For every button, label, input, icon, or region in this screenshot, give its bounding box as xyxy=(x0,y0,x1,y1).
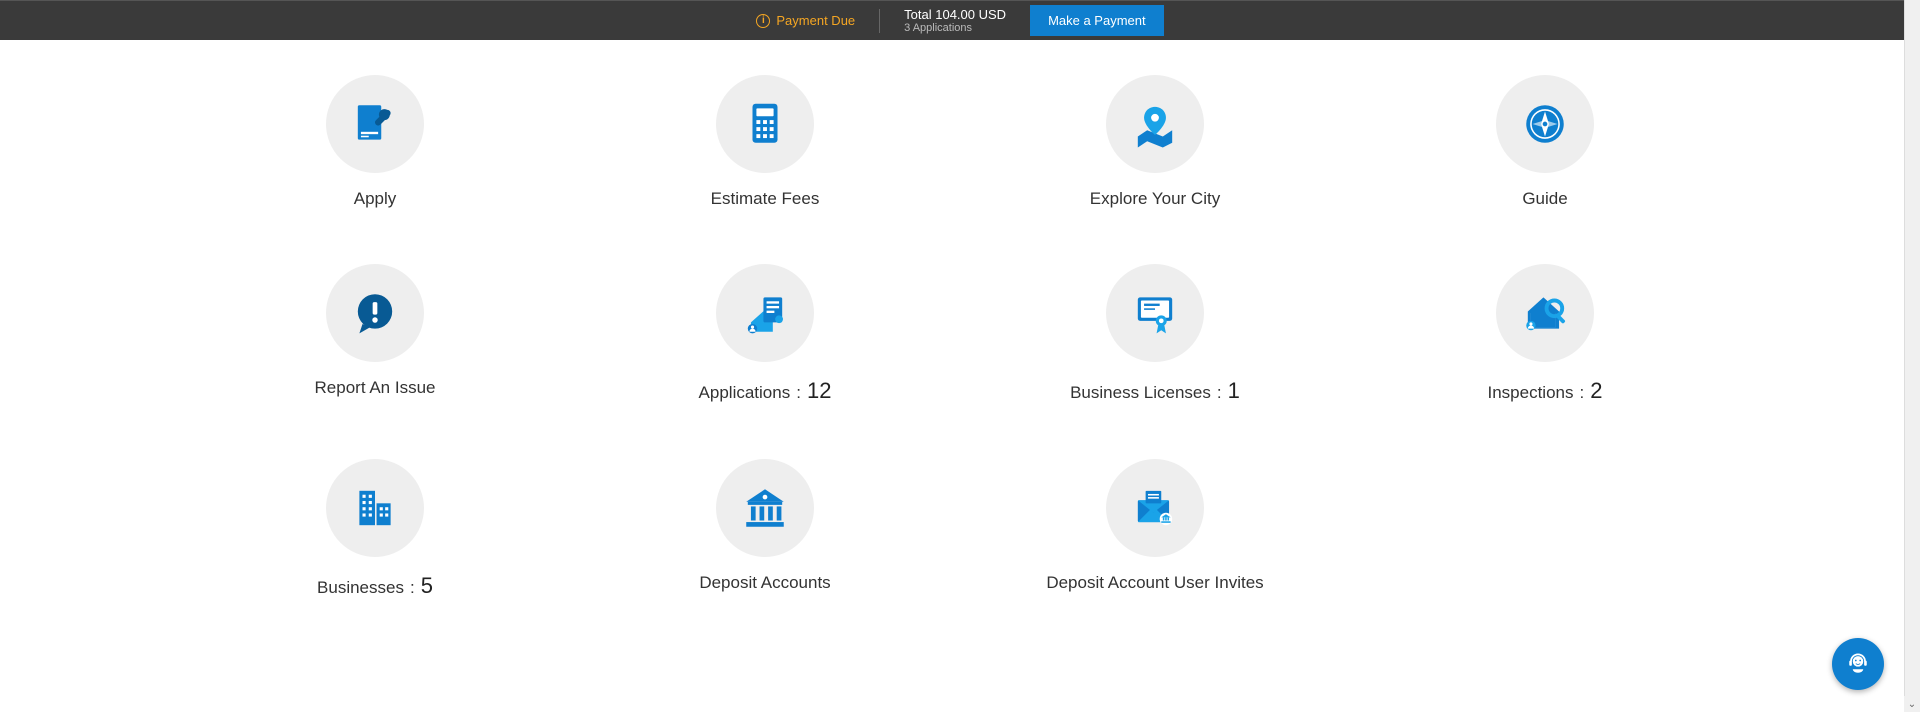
headset-icon xyxy=(1844,650,1872,678)
tile-business-licenses-label: Business Licenses xyxy=(1070,383,1211,403)
applications-icon xyxy=(716,264,814,362)
tile-applications-label: Applications xyxy=(699,383,791,403)
payment-due-label: Payment Due xyxy=(776,13,855,28)
tile-apply-label: Apply xyxy=(354,189,397,209)
payment-banner: i Payment Due Total 104.00 USD 3 Applica… xyxy=(0,0,1920,40)
certificate-icon xyxy=(1106,264,1204,362)
tile-deposit-invites[interactable]: Deposit Account User Invites xyxy=(960,459,1350,599)
map-pin-icon xyxy=(1106,75,1204,173)
banner-divider xyxy=(879,9,880,33)
info-icon: i xyxy=(756,14,770,28)
tile-businesses-count: 5 xyxy=(421,573,433,599)
tile-estimate-fees-label: Estimate Fees xyxy=(711,189,820,209)
tile-report-issue[interactable]: Report An Issue xyxy=(180,264,570,404)
house-search-icon xyxy=(1496,264,1594,362)
tile-inspections-label: Inspections xyxy=(1488,383,1574,403)
compass-icon xyxy=(1496,75,1594,173)
tile-applications-count: 12 xyxy=(807,378,831,404)
tile-deposit-accounts-label: Deposit Accounts xyxy=(699,573,830,593)
tile-guide[interactable]: Guide xyxy=(1350,75,1740,209)
tile-business-licenses-count: 1 xyxy=(1228,378,1240,404)
alert-bubble-icon xyxy=(326,264,424,362)
scrollbar[interactable] xyxy=(1904,0,1920,712)
tile-businesses[interactable]: Businesses: 5 xyxy=(180,459,570,599)
envelope-bank-icon xyxy=(1106,459,1204,557)
empty-slot xyxy=(1350,459,1740,599)
tile-guide-label: Guide xyxy=(1522,189,1567,209)
tile-business-licenses[interactable]: Business Licenses: 1 xyxy=(960,264,1350,404)
tile-deposit-accounts[interactable]: Deposit Accounts xyxy=(570,459,960,599)
tile-explore-city[interactable]: Explore Your City xyxy=(960,75,1350,209)
tile-inspections-count: 2 xyxy=(1590,378,1602,404)
dashboard-grid: Apply Estimate Fees Explore Your C xyxy=(180,75,1740,599)
chat-support-button[interactable] xyxy=(1832,638,1884,690)
tile-report-issue-label: Report An Issue xyxy=(315,378,436,398)
payment-total: Total 104.00 USD xyxy=(904,7,1006,22)
tile-businesses-label: Businesses xyxy=(317,578,404,598)
tile-apply[interactable]: Apply xyxy=(180,75,570,209)
scrollbar-down-arrow[interactable]: ⌄ xyxy=(1904,696,1920,712)
bank-icon xyxy=(716,459,814,557)
tile-estimate-fees[interactable]: Estimate Fees xyxy=(570,75,960,209)
calculator-icon xyxy=(716,75,814,173)
payment-application-count: 3 Applications xyxy=(904,22,1006,34)
payment-totals: Total 104.00 USD 3 Applications xyxy=(904,7,1006,34)
tile-inspections[interactable]: Inspections: 2 xyxy=(1350,264,1740,404)
apply-icon xyxy=(326,75,424,173)
payment-due-status: i Payment Due xyxy=(756,13,855,28)
tile-applications[interactable]: Applications: 12 xyxy=(570,264,960,404)
tile-deposit-invites-label: Deposit Account User Invites xyxy=(1046,573,1263,593)
make-payment-button[interactable]: Make a Payment xyxy=(1030,5,1164,36)
buildings-icon xyxy=(326,459,424,557)
tile-explore-label: Explore Your City xyxy=(1090,189,1220,209)
